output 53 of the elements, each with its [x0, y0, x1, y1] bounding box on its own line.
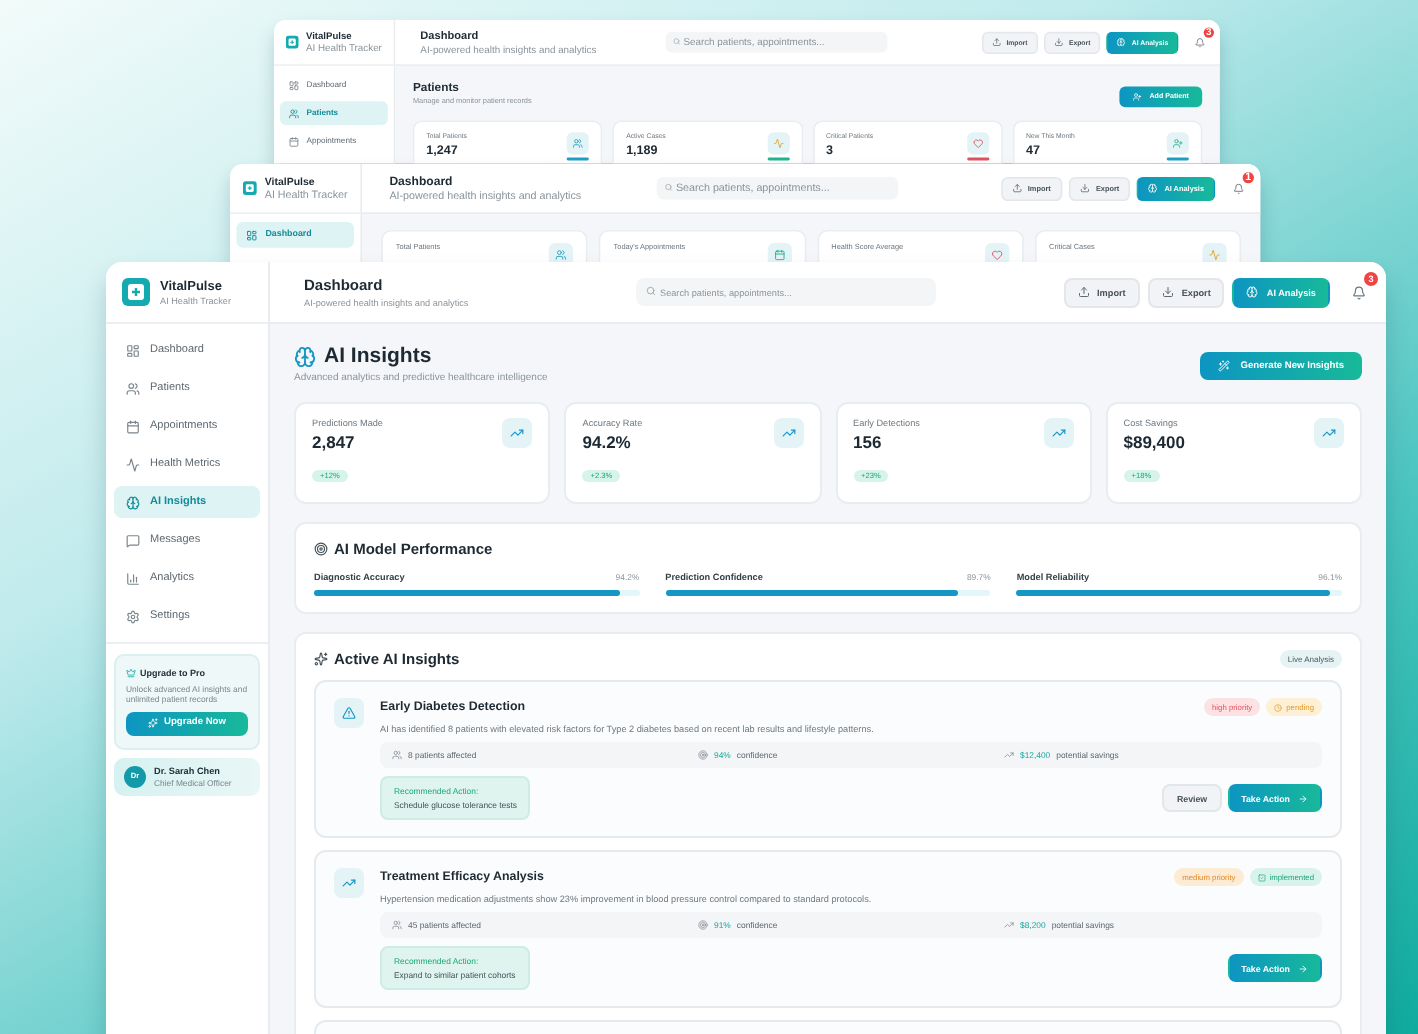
warning-icon: [342, 706, 356, 720]
stat-value: 156: [853, 432, 884, 452]
upload-icon: [1077, 286, 1090, 298]
trend-up-icon: [510, 426, 525, 440]
heart-icon: [991, 249, 1003, 261]
stat-value: $89,400: [1123, 432, 1185, 452]
arrow-right-icon: [1298, 963, 1308, 973]
search-icon: [646, 286, 656, 296]
stat-value: 94.2%: [582, 432, 633, 452]
pulse-icon: [126, 457, 140, 471]
trend-up-icon: [781, 426, 795, 440]
users-icon: [126, 381, 140, 395]
download-icon: [1079, 183, 1090, 193]
trend-up-icon: [1051, 426, 1066, 440]
users-icon: [392, 750, 402, 760]
logo-icon: [242, 176, 257, 200]
upload-icon: [1011, 183, 1022, 193]
target-icon: [698, 920, 708, 930]
calendar-icon: [126, 419, 140, 433]
brain-icon: [1148, 183, 1158, 193]
settings-icon: [126, 609, 140, 623]
clock-icon: [1274, 703, 1283, 711]
check-icon: [1257, 873, 1266, 881]
crown-icon: [126, 668, 136, 678]
sparkle-icon: [314, 652, 328, 666]
bar-chart-icon: [126, 571, 140, 585]
stat-value: 2,847: [312, 432, 357, 452]
brain-icon: [126, 495, 140, 509]
trend-up-icon: [1004, 750, 1014, 760]
logo-icon: [122, 278, 150, 306]
wand-icon: [1218, 360, 1231, 372]
chat-icon: [126, 533, 140, 547]
sparkle-icon: [148, 718, 159, 729]
download-icon: [1161, 286, 1174, 298]
dashboard-icon: [246, 229, 258, 241]
arrow-right-icon: [1298, 793, 1308, 803]
users-icon: [392, 920, 402, 930]
target-icon: [314, 542, 328, 556]
trend-up-icon: [1004, 920, 1014, 930]
logo-icon: [285, 31, 299, 53]
search-icon: [664, 183, 673, 192]
trend-up-icon: [342, 876, 356, 890]
target-icon: [698, 750, 708, 760]
trend-up-icon: [1322, 426, 1336, 440]
bell-icon: [1232, 182, 1244, 194]
brain-icon: [1246, 286, 1259, 298]
dashboard-icon: [126, 343, 140, 357]
pulse-icon: [1208, 249, 1221, 261]
users-icon: [555, 249, 567, 261]
bell-icon: [1351, 285, 1365, 299]
calendar-icon: [773, 249, 785, 261]
page-title: AI Insights: [324, 344, 432, 368]
brain-icon: [294, 345, 316, 367]
